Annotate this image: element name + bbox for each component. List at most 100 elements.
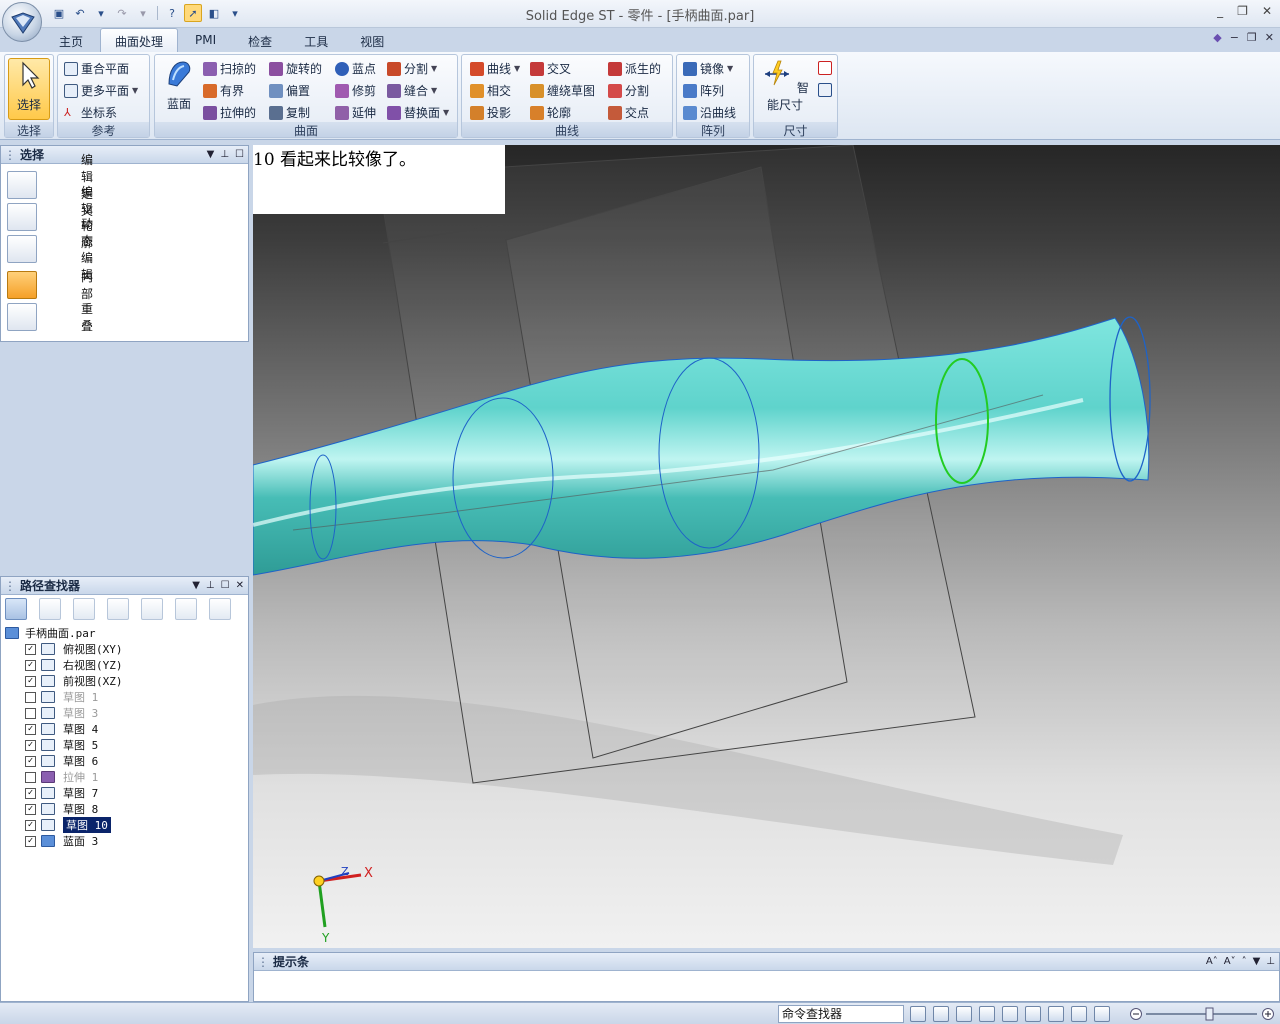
pan-icon[interactable] — [1002, 1006, 1018, 1022]
revolved-button[interactable]: 旋转的 — [269, 60, 322, 77]
library-icon[interactable] — [141, 598, 163, 620]
font-smaller-icon[interactable]: A˅ — [1224, 956, 1236, 967]
trim-button[interactable]: 修剪 — [335, 82, 376, 99]
copy-button[interactable]: 复制 — [269, 104, 310, 121]
select-item-overlap[interactable]: 重叠 — [7, 302, 93, 333]
tree-node[interactable]: 草图 1 — [25, 689, 248, 705]
coincident-plane-button[interactable]: 重合平面 — [64, 60, 129, 77]
bluesurf-button[interactable]: 蓝面 — [159, 58, 199, 112]
help-book-icon[interactable]: ◆ — [1213, 31, 1221, 44]
fit-icon[interactable] — [979, 1006, 995, 1022]
tree-node[interactable]: ✓ 草图 10 — [25, 817, 248, 833]
tree-node[interactable]: ✓ 蓝面 3 — [25, 833, 248, 849]
select-item-edit-profile[interactable]: 编辑轮廓 — [7, 185, 93, 250]
tree-node[interactable]: ✓ 右视图(YZ) — [25, 657, 248, 673]
close-icon[interactable]: ✕ — [1262, 4, 1272, 18]
project-button[interactable]: 投影 — [470, 104, 511, 121]
visibility-checkbox[interactable] — [25, 771, 36, 783]
tab-home[interactable]: 主页 — [44, 28, 98, 52]
extend-button[interactable]: 延伸 — [335, 104, 376, 121]
tree-node[interactable]: ✓ 草图 4 — [25, 721, 248, 737]
application-button[interactable] — [2, 2, 42, 42]
font-larger-icon[interactable]: A˄ — [1206, 956, 1218, 967]
more-planes-button[interactable]: 更多平面 ▼ — [64, 82, 138, 99]
wrap-sketch-button[interactable]: 缠绕草图 — [530, 82, 595, 99]
mirror-button[interactable]: 镜像 ▼ — [683, 60, 733, 77]
restore-icon[interactable]: ❐ — [1237, 4, 1248, 18]
split-curve-button[interactable]: 分割 — [608, 82, 649, 99]
visibility-checkbox[interactable] — [25, 691, 36, 703]
zoom-area-icon[interactable] — [933, 1006, 949, 1022]
visibility-checkbox[interactable]: ✓ — [25, 675, 36, 687]
zoom-slider[interactable] — [1130, 1007, 1275, 1021]
array-button[interactable]: 阵列 — [683, 82, 724, 99]
visibility-checkbox[interactable]: ✓ — [25, 739, 36, 751]
features-icon[interactable] — [73, 598, 95, 620]
select-button[interactable]: 选择 — [8, 58, 50, 120]
offset-button[interactable]: 偏置 — [269, 82, 310, 99]
tab-inspect[interactable]: 检查 — [233, 28, 287, 52]
pin-icon[interactable]: ⊥ — [1266, 956, 1275, 967]
pane-menu-icon[interactable]: ▼ — [192, 580, 200, 591]
derived-button[interactable]: 派生的 — [608, 60, 661, 77]
visibility-checkbox[interactable]: ✓ — [25, 755, 36, 767]
pin-icon[interactable]: ⊥ — [220, 149, 229, 160]
command-finder-input[interactable]: 命令查找器 — [778, 1005, 904, 1023]
visibility-checkbox[interactable]: ✓ — [25, 723, 36, 735]
tree-node[interactable]: ✓ 俯视图(XY) — [25, 641, 248, 657]
pin-icon[interactable]: ⊥ — [206, 580, 215, 591]
visibility-checkbox[interactable]: ✓ — [25, 659, 36, 671]
model-tree-icon[interactable] — [5, 598, 27, 620]
visibility-checkbox[interactable]: ✓ — [25, 787, 36, 799]
graphics-viewport[interactable]: 10 看起来比较像了。 X Z Y — [253, 145, 1280, 948]
visibility-checkbox[interactable]: ✓ — [25, 835, 36, 847]
tree-root[interactable]: 手柄曲面.par — [5, 625, 248, 641]
sheets-icon[interactable] — [107, 598, 129, 620]
wireframe-view-icon[interactable] — [1094, 1006, 1110, 1022]
swept-button[interactable]: 扫掠的 — [203, 60, 256, 77]
intersection-point-button[interactable]: 交点 — [608, 104, 649, 121]
tab-view[interactable]: 视图 — [345, 28, 399, 52]
collapse-icon[interactable]: ˄ — [1242, 956, 1247, 967]
sensors-icon[interactable] — [175, 598, 197, 620]
stitch-button[interactable]: 缝合 ▼ — [387, 82, 437, 99]
visibility-checkbox[interactable] — [25, 707, 36, 719]
zoom-icon[interactable] — [956, 1006, 972, 1022]
select-item-inside[interactable]: 内部 — [7, 270, 93, 301]
select-item-edit-definition[interactable]: 编辑定义 — [7, 153, 93, 218]
tree-node[interactable]: 草图 3 — [25, 705, 248, 721]
doc-close-icon[interactable]: ✕ — [1265, 31, 1274, 44]
refresh-icon[interactable] — [910, 1006, 926, 1022]
rotate-icon[interactable] — [1025, 1006, 1041, 1022]
tree-node[interactable]: ✓ 草图 5 — [25, 737, 248, 753]
split-button[interactable]: 分割 ▼ — [387, 60, 437, 77]
select-item-dynamic-edit[interactable]: 动态编辑 — [7, 217, 93, 282]
bluedot-button[interactable]: 蓝点 — [335, 60, 376, 77]
settings-icon[interactable] — [209, 598, 231, 620]
close-icon[interactable]: ✕ — [236, 580, 244, 591]
tab-surfacing[interactable]: 曲面处理 — [100, 28, 179, 52]
tab-tools[interactable]: 工具 — [289, 28, 343, 52]
doc-restore-icon[interactable]: ❐ — [1247, 31, 1257, 44]
smart-dimension-button[interactable]: 智能尺寸 — [756, 58, 814, 113]
pane-menu-icon[interactable]: ▼ — [1253, 956, 1261, 967]
contour-button[interactable]: 轮廓 — [530, 104, 571, 121]
intersect-button[interactable]: 相交 — [470, 82, 511, 99]
shaded-view-icon[interactable] — [1071, 1006, 1087, 1022]
curve-button[interactable]: 曲线 ▼ — [470, 60, 520, 77]
coordinate-system-button[interactable]: ⅄ 坐标系 — [64, 104, 117, 121]
visibility-checkbox[interactable]: ✓ — [25, 819, 36, 831]
along-curve-button[interactable]: 沿曲线 — [683, 104, 736, 121]
tree-node[interactable]: 拉伸 1 — [25, 769, 248, 785]
view-orient-icon[interactable] — [1048, 1006, 1064, 1022]
dimension-axis-icon[interactable] — [818, 61, 832, 75]
maximize-icon[interactable]: ☐ — [235, 149, 244, 160]
bounded-button[interactable]: 有界 — [203, 82, 244, 99]
layers-icon[interactable] — [39, 598, 61, 620]
pane-menu-icon[interactable]: ▼ — [207, 149, 215, 160]
extruded-button[interactable]: 拉伸的 — [203, 104, 256, 121]
tree-node[interactable]: ✓ 草图 7 — [25, 785, 248, 801]
dimension-relations-icon[interactable] — [818, 83, 832, 97]
maximize-icon[interactable]: ☐ — [221, 580, 230, 591]
minimize-icon[interactable]: _ — [1217, 4, 1223, 18]
